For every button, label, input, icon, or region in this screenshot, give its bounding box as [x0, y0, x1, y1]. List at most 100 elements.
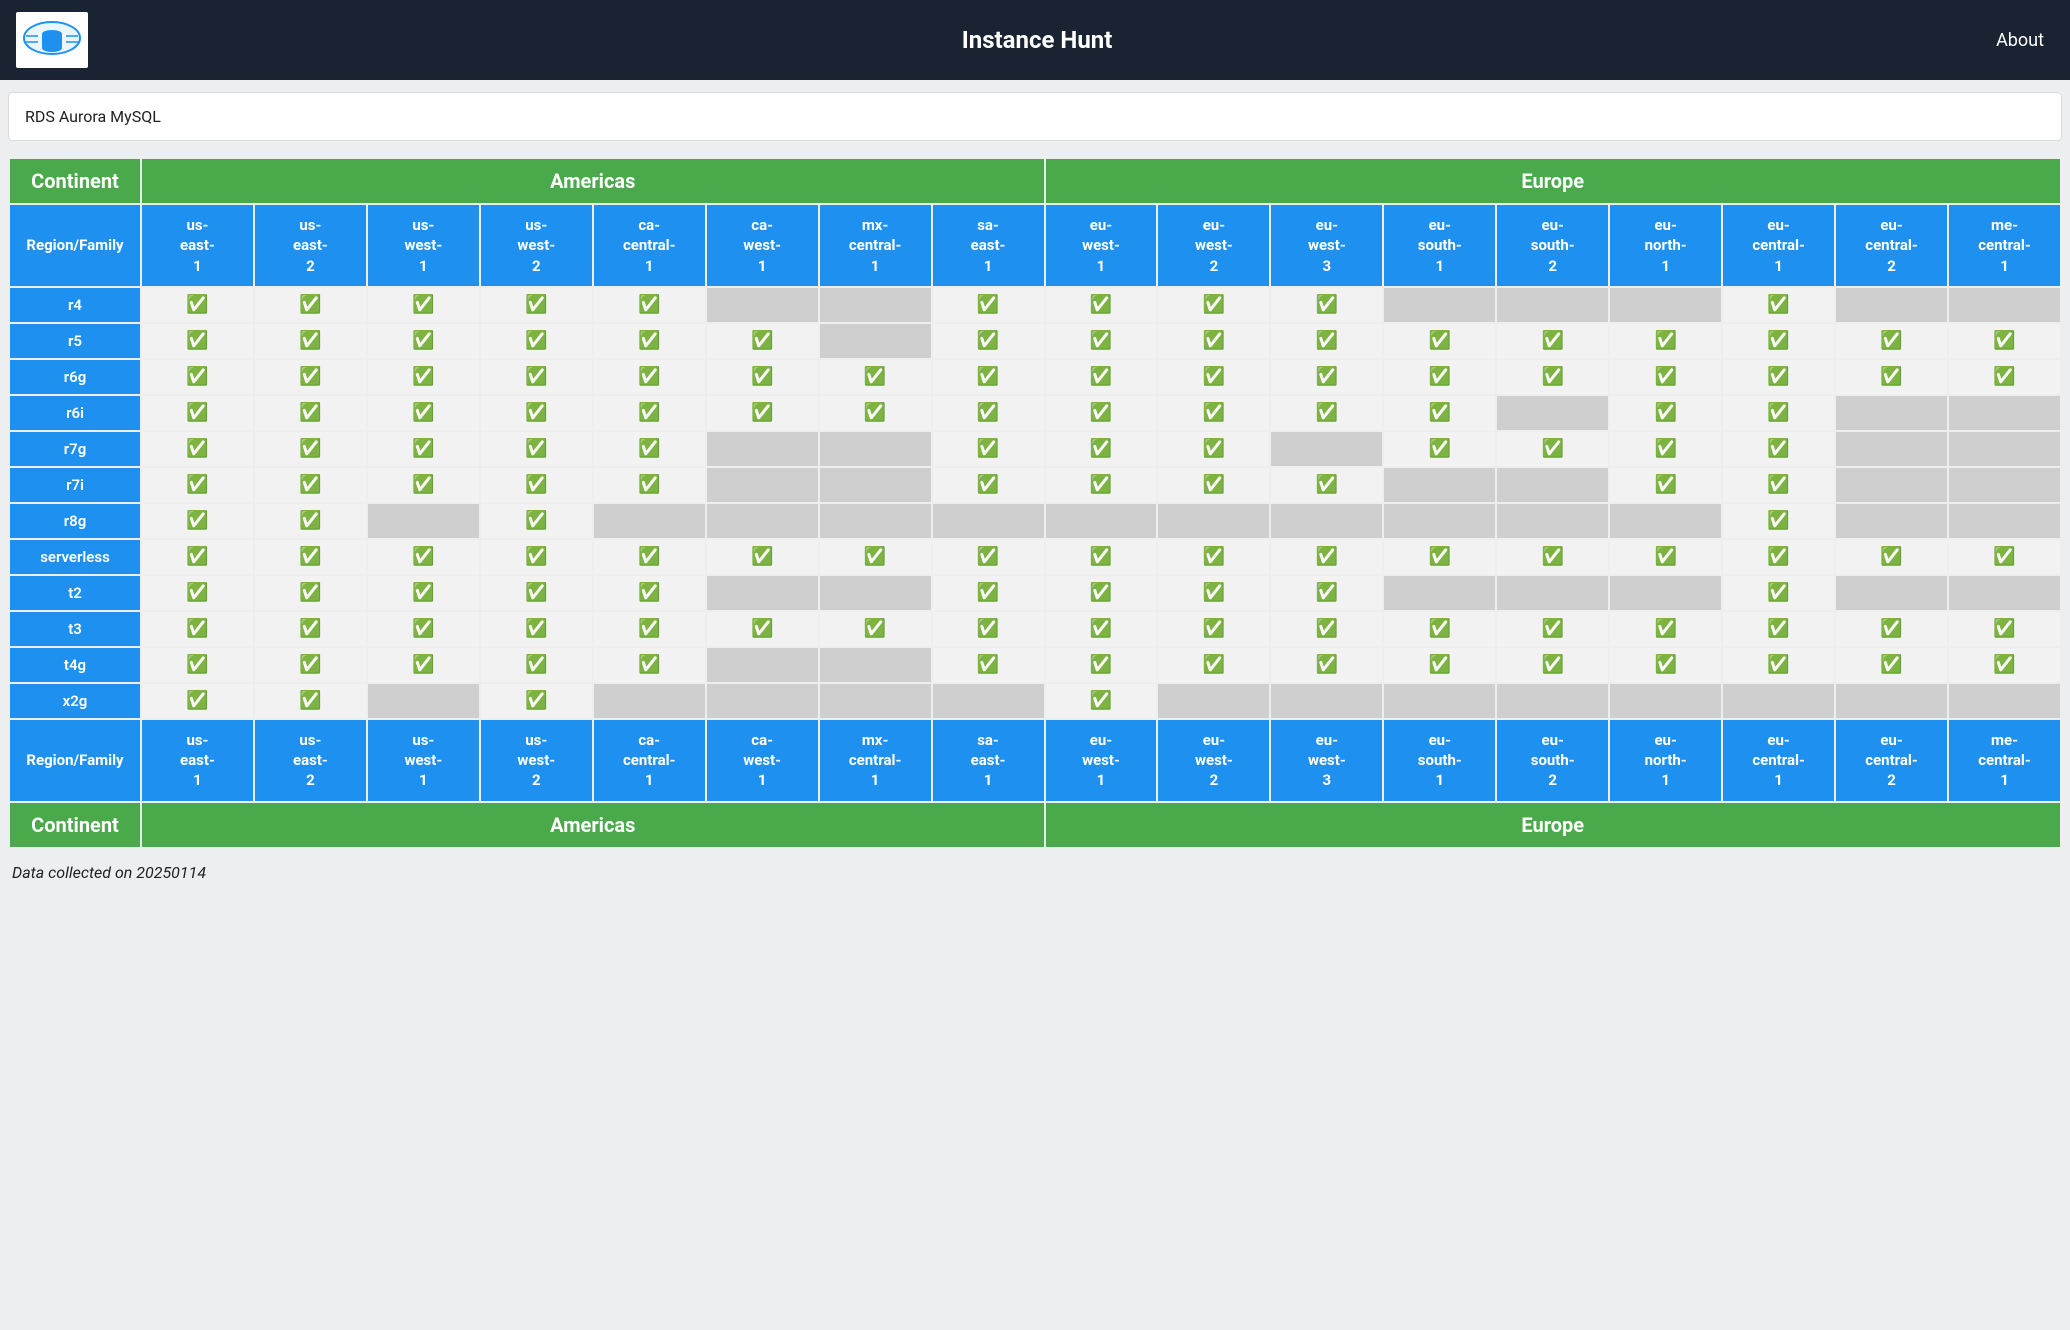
cell-available: ✅ [255, 648, 366, 682]
cell-available: ✅ [1497, 360, 1608, 394]
cell-available: ✅ [1046, 288, 1157, 322]
footnote: Data collected on 20250114 [12, 863, 2058, 882]
cell-available: ✅ [1046, 360, 1157, 394]
header-region: us-east-1 [142, 205, 253, 286]
about-link[interactable]: About [1986, 24, 2054, 57]
footer-region: us-east-1 [142, 720, 253, 801]
family-cell: r6g [10, 360, 140, 394]
header-region: eu-west-1 [1046, 205, 1157, 286]
cell-unavailable [1949, 468, 2060, 502]
cell-available: ✅ [820, 612, 931, 646]
cell-available: ✅ [1046, 540, 1157, 574]
cell-unavailable [820, 684, 931, 718]
cell-available: ✅ [1046, 648, 1157, 682]
cell-available: ✅ [1723, 540, 1834, 574]
cell-available: ✅ [1723, 576, 1834, 610]
cell-available: ✅ [1046, 432, 1157, 466]
cell-available: ✅ [1610, 612, 1721, 646]
cell-available: ✅ [255, 684, 366, 718]
cell-available: ✅ [1384, 324, 1495, 358]
cell-available: ✅ [142, 504, 253, 538]
cell-available: ✅ [1949, 360, 2060, 394]
cell-available: ✅ [255, 288, 366, 322]
footer-region: eu-south-2 [1497, 720, 1608, 801]
footer-region: mx-central-1 [820, 720, 931, 801]
cell-available: ✅ [481, 324, 592, 358]
footer-region: ca-central-1 [594, 720, 705, 801]
cell-available: ✅ [1271, 540, 1382, 574]
cell-unavailable [820, 432, 931, 466]
cell-available: ✅ [1610, 540, 1721, 574]
cell-unavailable [1610, 684, 1721, 718]
cell-unavailable [707, 432, 818, 466]
table-row: r5✅✅✅✅✅✅✅✅✅✅✅✅✅✅✅✅ [10, 324, 2060, 358]
header-region: eu-central-1 [1723, 205, 1834, 286]
cell-unavailable [1949, 684, 2060, 718]
cell-available: ✅ [1949, 540, 2060, 574]
cell-unavailable [1836, 288, 1947, 322]
cell-available: ✅ [142, 576, 253, 610]
cell-unavailable [707, 288, 818, 322]
cell-available: ✅ [594, 324, 705, 358]
footer-region: eu-west-3 [1271, 720, 1382, 801]
cell-available: ✅ [594, 432, 705, 466]
family-cell: x2g [10, 684, 140, 718]
cell-available: ✅ [255, 612, 366, 646]
cell-available: ✅ [933, 396, 1044, 430]
cell-unavailable [1723, 684, 1834, 718]
app-title[interactable]: Instance Hunt [962, 26, 1113, 54]
service-selector[interactable]: RDS Aurora MySQL [8, 92, 2062, 141]
cell-unavailable [1610, 504, 1721, 538]
footer-region: eu-central-1 [1723, 720, 1834, 801]
cell-available: ✅ [368, 360, 479, 394]
footer-region: eu-west-2 [1158, 720, 1269, 801]
cell-available: ✅ [1949, 612, 2060, 646]
service-selector-label: RDS Aurora MySQL [25, 107, 161, 126]
cell-available: ✅ [142, 612, 253, 646]
cell-available: ✅ [707, 612, 818, 646]
cell-available: ✅ [1158, 288, 1269, 322]
cell-available: ✅ [1610, 648, 1721, 682]
cell-unavailable [1271, 504, 1382, 538]
cell-unavailable [707, 504, 818, 538]
topbar: Instance Hunt About [0, 0, 2070, 80]
cell-unavailable [1497, 288, 1608, 322]
cell-available: ✅ [368, 540, 479, 574]
cell-available: ✅ [481, 360, 592, 394]
cell-available: ✅ [255, 576, 366, 610]
cell-unavailable [1271, 432, 1382, 466]
cell-available: ✅ [368, 648, 479, 682]
cell-unavailable [1949, 504, 2060, 538]
cell-unavailable [820, 576, 931, 610]
header-region: eu-west-2 [1158, 205, 1269, 286]
cell-available: ✅ [707, 540, 818, 574]
footer-continent-label: Continent [10, 803, 140, 847]
cell-unavailable [1271, 684, 1382, 718]
cell-available: ✅ [481, 396, 592, 430]
cell-available: ✅ [255, 540, 366, 574]
cell-unavailable [933, 504, 1044, 538]
cell-available: ✅ [1271, 648, 1382, 682]
logo[interactable] [16, 12, 88, 68]
cell-available: ✅ [368, 576, 479, 610]
table-row: t4g✅✅✅✅✅✅✅✅✅✅✅✅✅✅✅ [10, 648, 2060, 682]
cell-available: ✅ [481, 684, 592, 718]
cell-available: ✅ [933, 648, 1044, 682]
cell-unavailable [707, 684, 818, 718]
cell-available: ✅ [368, 396, 479, 430]
cell-available: ✅ [1271, 396, 1382, 430]
cell-available: ✅ [1610, 396, 1721, 430]
cell-unavailable [1949, 576, 2060, 610]
cell-available: ✅ [1158, 648, 1269, 682]
header-region: us-west-1 [368, 205, 479, 286]
cell-available: ✅ [594, 360, 705, 394]
cell-available: ✅ [142, 324, 253, 358]
cell-available: ✅ [1271, 612, 1382, 646]
header-region: eu-south-1 [1384, 205, 1495, 286]
cell-unavailable [1949, 288, 2060, 322]
header-region: eu-west-3 [1271, 205, 1382, 286]
table-row: r8g✅✅✅✅ [10, 504, 2060, 538]
family-cell: r7i [10, 468, 140, 502]
cell-unavailable [1836, 504, 1947, 538]
cell-available: ✅ [142, 288, 253, 322]
